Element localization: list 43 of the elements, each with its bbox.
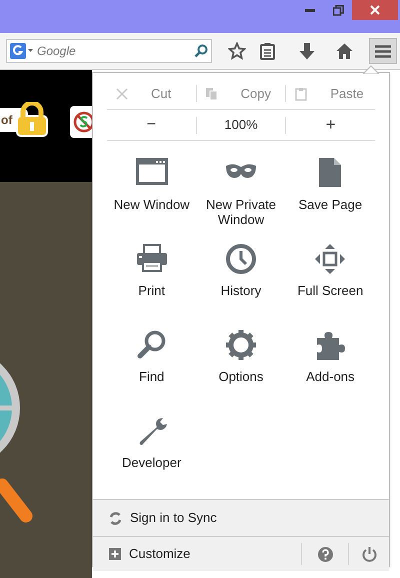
menu-button[interactable] [369, 38, 397, 64]
search-field[interactable]: Google [37, 42, 191, 60]
menu-item[interactable]: New Private Window [196, 155, 286, 241]
menu-item[interactable]: History [196, 241, 286, 327]
menu-item[interactable]: Full Screen [286, 241, 375, 327]
menu-item[interactable]: Print [107, 241, 196, 327]
plus-icon [109, 548, 121, 560]
menu-item[interactable]: New Window [107, 155, 196, 241]
close-button[interactable] [352, 0, 398, 20]
copy-icon [204, 86, 219, 100]
zoom-level: 100% [223, 116, 259, 134]
menu-item[interactable]: Add-ons [286, 327, 375, 413]
search-engine-icon[interactable] [10, 43, 34, 59]
clock-icon [224, 243, 257, 275]
menu-item[interactable]: Developer [107, 413, 196, 499]
minimize-icon [305, 8, 315, 12]
clipboard-list-icon[interactable] [260, 42, 275, 60]
home-icon[interactable] [336, 43, 353, 59]
cut-icon [115, 86, 129, 100]
power-icon [362, 546, 376, 562]
sync-icon [109, 512, 122, 524]
customize-item[interactable]: Customize [93, 537, 301, 571]
page-text: of [1, 112, 12, 129]
menu-item[interactable]: Find [107, 327, 196, 413]
download-icon[interactable] [299, 42, 315, 60]
zoom-out-button[interactable]: − [107, 113, 196, 137]
maximize-icon [332, 4, 344, 16]
search-bar[interactable]: Google [6, 39, 212, 63]
menu-item[interactable]: Save Page [286, 155, 375, 241]
menu-icon [375, 44, 391, 58]
zoom-in-button[interactable]: + [286, 112, 376, 138]
help-icon [318, 546, 332, 562]
close-icon [370, 5, 380, 15]
sign-in-sync-item[interactable]: Sign in to Sync [93, 500, 389, 537]
settings-icon [224, 329, 257, 361]
search-icon[interactable] [194, 44, 208, 58]
star-icon[interactable] [228, 42, 246, 60]
fullscreen-icon [314, 243, 346, 275]
puzzle-icon [314, 329, 346, 361]
paste-icon [294, 86, 308, 100]
menu-item[interactable]: Options [196, 327, 286, 413]
search-icon [136, 329, 168, 361]
printer-icon [136, 243, 168, 275]
